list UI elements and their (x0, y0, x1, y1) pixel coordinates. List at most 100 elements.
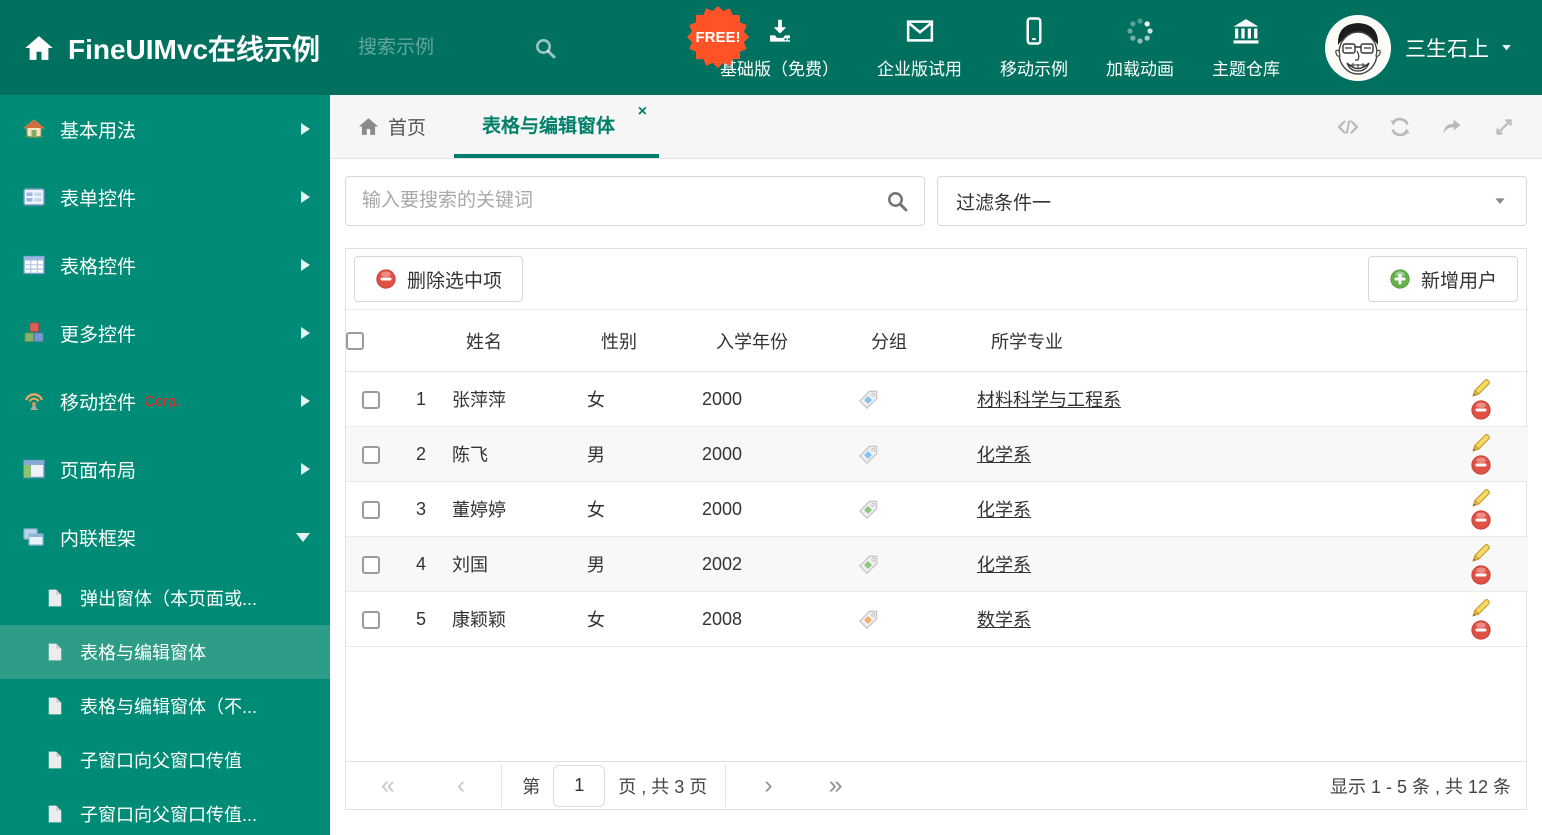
sidebar-item[interactable]: 内联框架 (0, 503, 330, 571)
delete-selected-button[interactable]: 删除选中项 (354, 256, 524, 302)
filter-dropdown[interactable]: 过滤条件一 (937, 176, 1527, 226)
page-number-input[interactable] (553, 764, 606, 807)
fullscreen-icon[interactable] (1492, 115, 1516, 139)
sidebar-subitem[interactable]: 子窗口向父窗口传值... (0, 787, 330, 835)
user-menu[interactable]: 三生石上 (1405, 33, 1514, 63)
free-badge: FREE! (686, 5, 750, 69)
header-nav-icon (905, 16, 935, 46)
sidebar-subitem-label: 子窗口向父窗口传值 (80, 751, 242, 771)
sidebar-item[interactable]: 表格控件 (0, 231, 330, 299)
table-row: 1 张萍萍 女 2000 材料科学与工程系 (346, 371, 1528, 427)
header-nav-label: 移动示例 (1000, 59, 1068, 79)
sidebar-subitem[interactable]: 子窗口向父窗口传值 (0, 733, 330, 787)
sidebar-item-icon (22, 389, 46, 413)
row-number: 5 (396, 591, 436, 647)
first-page-icon[interactable]: « (381, 773, 395, 798)
major-link[interactable]: 数学系 (977, 610, 1031, 630)
delete-icon[interactable] (1470, 564, 1492, 586)
home-icon[interactable] (24, 33, 54, 63)
keyword-search-input[interactable] (345, 176, 925, 226)
open-in-new-icon[interactable] (1440, 115, 1464, 139)
column-header-year: 入学年份 (686, 309, 841, 372)
chevron-icon (296, 532, 310, 542)
refresh-icon[interactable] (1388, 115, 1412, 139)
tab-home[interactable]: 首页 (330, 95, 454, 158)
sidebar-item-label: 表单控件 (60, 188, 137, 210)
row-checkbox[interactable] (362, 610, 380, 629)
header-nav-item[interactable]: 移动示例 (981, 16, 1087, 80)
edit-icon[interactable] (1470, 377, 1492, 399)
sidebar-subitem[interactable]: 弹出窗体（本页面或... (0, 571, 330, 625)
sidebar-item-icon (22, 321, 46, 345)
avatar[interactable] (1325, 14, 1391, 81)
prev-page-icon[interactable]: ‹ (457, 773, 465, 798)
page-prefix-label: 第 (522, 776, 541, 797)
row-checkbox[interactable] (362, 555, 380, 574)
sidebar-subitem[interactable]: 表格与编辑窗体 (0, 625, 330, 679)
major-link[interactable]: 材料科学与工程系 (977, 390, 1121, 410)
main-area: 首页 表格与编辑窗体 × 过滤条件一 (330, 95, 1542, 835)
sidebar-item-label: 表格控件 (60, 256, 137, 278)
tag-icon (857, 443, 880, 466)
sidebar-item[interactable]: 更多控件 (0, 299, 330, 367)
source-code-icon[interactable] (1336, 115, 1360, 139)
row-number: 2 (396, 426, 436, 482)
tab-bar: 首页 表格与编辑窗体 × (330, 95, 1542, 159)
edit-icon[interactable] (1470, 597, 1492, 619)
row-number: 1 (396, 371, 436, 427)
row-checkbox[interactable] (362, 390, 380, 409)
header-nav-icon (1019, 16, 1049, 46)
add-user-label: 新增用户 (1420, 270, 1497, 292)
delete-icon[interactable] (1470, 454, 1492, 476)
major-link[interactable]: 化学系 (977, 555, 1031, 575)
app-header: FineUIMvc在线示例 FREE! 基础版（免费） 企业版试用 移动示例 (0, 0, 1542, 95)
edit-icon[interactable] (1470, 487, 1492, 509)
header-nav-item[interactable]: 企业版试用 (858, 16, 981, 80)
sidebar-item-icon (22, 525, 46, 549)
tab-bar-tools (1336, 95, 1542, 158)
delete-selected-label: 删除选中项 (407, 270, 503, 292)
major-link[interactable]: 化学系 (977, 500, 1031, 520)
delete-icon[interactable] (1470, 619, 1492, 641)
tab-active-label: 表格与编辑窗体 (482, 116, 616, 137)
sidebar-item[interactable]: 页面布局 (0, 435, 330, 503)
major-link[interactable]: 化学系 (977, 445, 1031, 465)
tag-icon (857, 388, 880, 411)
sidebar-subitem[interactable]: 表格与编辑窗体（不... (0, 679, 330, 733)
column-header-gender: 性别 (571, 309, 686, 372)
select-all-checkbox[interactable] (346, 332, 364, 351)
edit-icon[interactable] (1470, 432, 1492, 454)
gender-cell: 女 (571, 371, 686, 427)
filter-dropdown-value: 过滤条件一 (956, 192, 1052, 214)
sidebar-item-icon (22, 253, 46, 277)
header-nav-item[interactable]: 加载动画 (1087, 16, 1193, 80)
add-user-button[interactable]: 新增用户 (1367, 256, 1518, 302)
sidebar-item[interactable]: 基本用法 (0, 95, 330, 163)
next-page-icon[interactable]: › (764, 773, 772, 798)
close-icon[interactable]: × (638, 104, 647, 120)
row-number: 4 (396, 536, 436, 592)
edit-icon[interactable] (1470, 542, 1492, 564)
column-header-group: 分组 (841, 309, 961, 372)
sidebar-item[interactable]: 移动控件 Corp. (0, 367, 330, 435)
header-nav-icon (1231, 16, 1261, 46)
last-page-icon[interactable]: » (829, 773, 843, 798)
delete-icon[interactable] (1470, 399, 1492, 421)
header-nav-item[interactable]: 主题仓库 (1193, 16, 1299, 80)
search-icon[interactable] (885, 189, 909, 213)
search-icon[interactable] (533, 36, 557, 60)
row-checkbox[interactable] (362, 445, 380, 464)
file-icon (45, 749, 65, 771)
caret-down-icon (1499, 40, 1514, 55)
sidebar-item[interactable]: 表单控件 (0, 163, 330, 231)
sidebar-item-label: 页面布局 (60, 460, 137, 482)
delete-icon[interactable] (1470, 509, 1492, 531)
row-checkbox[interactable] (362, 500, 380, 519)
column-header-major: 所学专业 (961, 309, 1408, 372)
tab-grid-edit-window[interactable]: 表格与编辑窗体 × (454, 95, 660, 158)
sidebar-item-icon (22, 457, 46, 481)
sidebar-subitem-label: 子窗口向父窗口传值... (80, 805, 258, 825)
gender-cell: 女 (571, 591, 686, 647)
sidebar-subitem-label: 表格与编辑窗体（不... (80, 697, 258, 717)
header-search-input[interactable] (358, 36, 534, 59)
